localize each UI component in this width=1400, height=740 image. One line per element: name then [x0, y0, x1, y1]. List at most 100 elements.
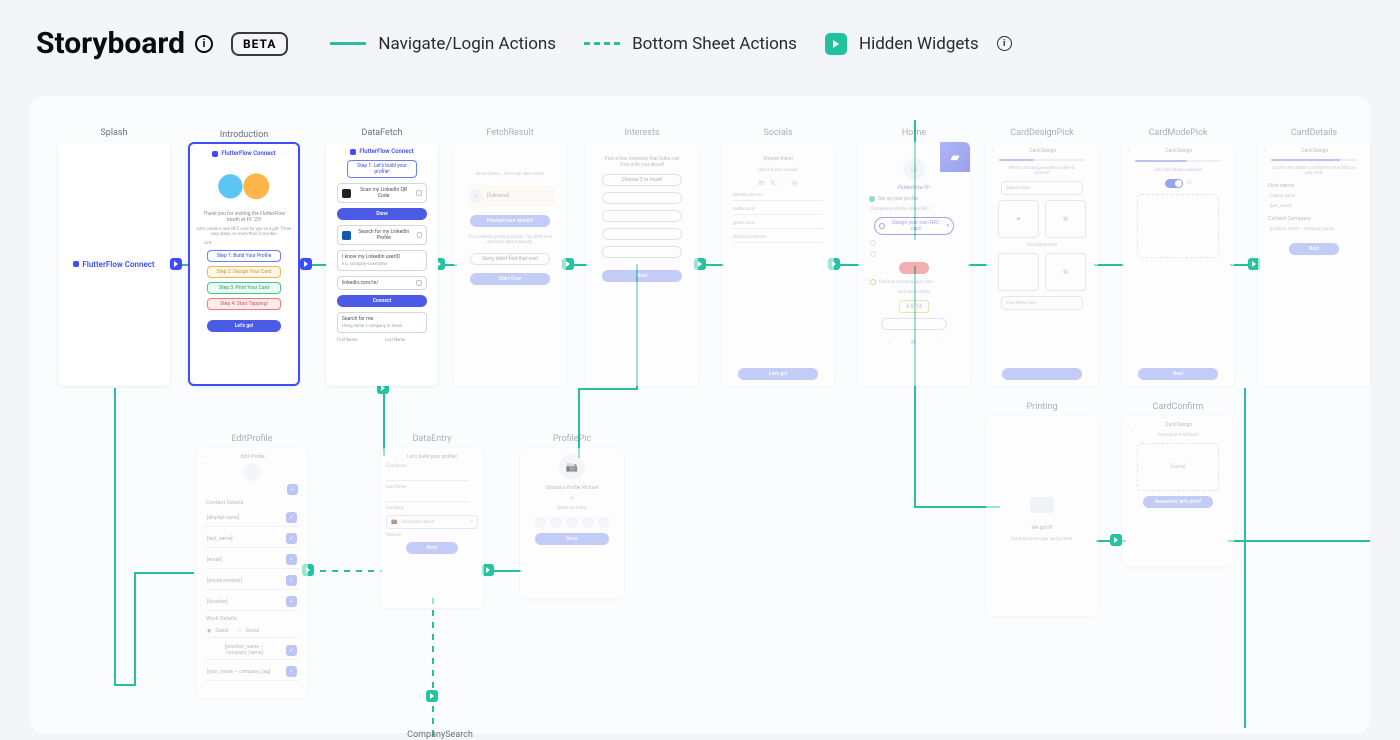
- card-preview: [1137, 194, 1219, 258]
- twitter-input[interactable]: twitter.com/: [733, 207, 823, 215]
- bottom-nav[interactable]: ⌂ ▦ ⋯: [888, 339, 941, 345]
- action-button[interactable]: [899, 262, 929, 274]
- username-row[interactable]: [your_name — company_tag]✓: [205, 663, 299, 681]
- name-input[interactable]: Your Name Here: [1001, 296, 1083, 310]
- screen-socials[interactable]: Socials Almost there! Let's link your so…: [722, 142, 834, 386]
- card-design-title: Card Design: [1165, 148, 1192, 154]
- dark-mode-toggle[interactable]: [1165, 179, 1183, 188]
- card-option[interactable]: [998, 253, 1039, 291]
- first-name-input[interactable]: [386, 473, 469, 481]
- screen-cardmodepick[interactable]: CardModePick ‹ Card Design Only Dark Mod…: [1122, 142, 1234, 386]
- last-name-input[interactable]: [386, 494, 469, 502]
- search-for-me-option[interactable]: Search for me Using name + company or em…: [337, 312, 427, 333]
- back-icon[interactable]: ‹: [1128, 148, 1130, 154]
- step-3-pill[interactable]: Step 3: Print Your Card: [207, 282, 282, 294]
- interest-chip[interactable]: [602, 192, 682, 204]
- title-text: Storyboard: [36, 26, 185, 61]
- back-icon[interactable]: ‹: [1264, 148, 1266, 154]
- back-icon[interactable]: ‹: [1128, 422, 1130, 428]
- next-button[interactable]: Next: [406, 542, 458, 554]
- phone-row[interactable]: [phone number]✓: [205, 572, 299, 590]
- lets-go-button[interactable]: Let's go!: [207, 320, 282, 332]
- info-icon[interactable]: i: [195, 35, 213, 53]
- company-label: Current Company: [1268, 216, 1311, 222]
- info-icon[interactable]: i: [997, 36, 1012, 51]
- linkedin-input[interactable]: linkedin.com/in/: [733, 193, 823, 201]
- next-button[interactable]: Next: [602, 270, 682, 282]
- check-icon[interactable]: ✓: [287, 484, 298, 495]
- switch-row[interactable]: ◉ Guest ○ Social: [205, 625, 299, 638]
- connect-button[interactable]: Connect: [337, 295, 427, 307]
- interest-chip[interactable]: [602, 210, 682, 222]
- interest-chip[interactable]: Choose 3 or more!: [602, 174, 682, 186]
- screen-printing[interactable]: Printing We got it! Come by to see your …: [986, 416, 1098, 616]
- scan-qr-option[interactable]: Scan my LinkedIn QR Code: [337, 183, 427, 203]
- company-search-input[interactable]: 💼 Quickstart search ×: [386, 515, 478, 529]
- step-4-pill[interactable]: Step 4: Start Tapping!: [207, 298, 282, 310]
- position-row[interactable]: [position_name — company_name]✓: [205, 641, 299, 660]
- search-profile-option[interactable]: Search for my LinkedIn Profile: [337, 225, 427, 245]
- screen-fetchresult[interactable]: FetchResult Almost there... this'll can …: [454, 142, 566, 386]
- design-card-button[interactable]: Design your own NFC card ▾: [874, 217, 954, 235]
- home-tab-icon[interactable]: ⌂: [888, 339, 891, 345]
- card-preview[interactable]: ▰: [998, 200, 1039, 238]
- interest-chip[interactable]: [602, 246, 682, 258]
- know-userid-option[interactable]: I know my LinkedIn userID e.g. company-u…: [337, 250, 427, 271]
- grid-tab-icon[interactable]: ▦: [911, 339, 916, 345]
- screen-carddetails[interactable]: CardDetails ‹ Card Design Confirm the de…: [1258, 142, 1370, 386]
- option-row[interactable]: [870, 240, 958, 246]
- intro-thanks: Thank you for visiting the FlutterFlow b…: [196, 211, 292, 223]
- fetched-button[interactable]: Fetched your details!: [470, 215, 550, 227]
- storyboard-canvas[interactable]: Splash FlutterFlow Connect Introduction …: [30, 96, 1370, 733]
- avatar-options[interactable]: [534, 516, 610, 528]
- qr-preview[interactable]: ▦: [1045, 200, 1086, 238]
- screen-cardconfirm[interactable]: CardConfirm ‹ Card Design Here's how it …: [1122, 416, 1234, 566]
- avatar-icon[interactable]: [243, 463, 261, 481]
- email-row[interactable]: [email]✓: [205, 551, 299, 569]
- search-input[interactable]: Search name: [1001, 181, 1083, 195]
- storyboard-header: Storyboard i BETA Navigate/Login Actions…: [0, 0, 1400, 71]
- print-button[interactable]: Awesome, let's print!: [1143, 496, 1213, 508]
- lastname-row[interactable]: [last_name]✓: [205, 530, 299, 548]
- qr-option[interactable]: ▦: [1045, 253, 1086, 291]
- done-button[interactable]: Done: [337, 208, 427, 220]
- start-over-button[interactable]: Start Over: [470, 273, 550, 285]
- github-input[interactable]: github.com/: [733, 221, 823, 229]
- screen-label: ProfilePic: [520, 434, 624, 444]
- screen-interests[interactable]: Interests Pick a few interests that folk…: [586, 142, 698, 386]
- next-button[interactable]: [1002, 368, 1082, 380]
- option-row[interactable]: [870, 251, 958, 257]
- next-button[interactable]: Next: [1138, 368, 1218, 380]
- profile-result: ☺ [fullname]: [465, 185, 555, 207]
- step-pill: Step 1: Let's build your profile!: [347, 160, 417, 178]
- step-2-pill[interactable]: Step 2: Design Your Card: [207, 266, 282, 278]
- dark-mode-text: Only Dark Mode available!: [1154, 168, 1202, 173]
- screen-label: CardModePick: [1122, 128, 1234, 138]
- screen-datafetch[interactable]: DataFetch FlutterFlow Connect Step 1: Le…: [326, 142, 438, 386]
- discord-input[interactable]: discord username: [733, 235, 823, 243]
- done-button[interactable]: Done: [535, 533, 609, 545]
- camera-icon[interactable]: 📷: [559, 454, 585, 480]
- screen-dataentry[interactable]: DataEntry Let's build your profile! Firs…: [380, 448, 484, 608]
- lets-go-button[interactable]: Let's go!: [738, 368, 818, 380]
- dots-tab-icon[interactable]: ⋯: [935, 339, 940, 345]
- display-name-row[interactable]: [display name]✓: [205, 509, 299, 527]
- screen-editprofile[interactable]: EditProfile ‹ Edit Profile ✓ Contact Det…: [196, 448, 308, 698]
- screen-splash[interactable]: Splash FlutterFlow Connect: [58, 142, 170, 386]
- location-row[interactable]: [location]✓: [205, 593, 299, 611]
- mascot-illustration: [210, 161, 278, 207]
- screen-introduction[interactable]: Introduction FlutterFlow Connect Thank y…: [188, 142, 300, 386]
- back-icon[interactable]: ‹: [992, 148, 994, 154]
- back-icon[interactable]: ‹: [202, 454, 204, 460]
- interest-chip[interactable]: [602, 228, 682, 240]
- setup-row[interactable]: Set up your profile: [869, 196, 959, 202]
- screen-home[interactable]: Home ▰ ☺ FlutterFlow FF Set up your prof…: [858, 142, 970, 386]
- next-button[interactable]: Next: [1289, 243, 1339, 255]
- github-icon: ◌: [781, 179, 785, 187]
- screen-carddesignpick[interactable]: CardDesignPick ‹ Card Design Which card …: [986, 142, 1098, 386]
- bottom-pill[interactable]: [881, 318, 947, 330]
- progress-bar: [1135, 160, 1221, 162]
- linkedin-url-input[interactable]: linkedin.com/in/: [337, 276, 427, 290]
- step-1-pill[interactable]: Step 1: Build Your Profile: [207, 250, 282, 262]
- screen-profilepic[interactable]: ProfilePic 📷 Upload a Profile Picture! o…: [520, 448, 624, 598]
